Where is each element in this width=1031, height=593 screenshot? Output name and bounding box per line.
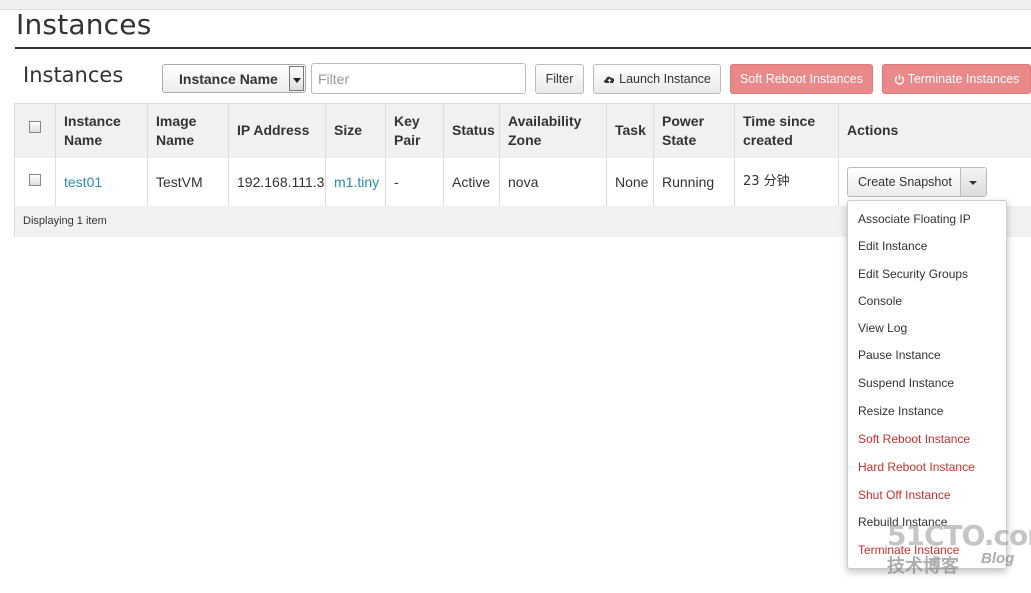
terminate-instances-label: Terminate Instances [907, 72, 1020, 86]
cloud-upload-icon [604, 76, 615, 84]
select-all-checkbox[interactable] [29, 121, 41, 133]
menu-item-edit-security-groups[interactable]: Edit Security Groups [858, 267, 968, 281]
menu-item-resize-instance[interactable]: Resize Instance [858, 404, 943, 418]
cell-availability-zone: nova [500, 158, 607, 206]
header-time-since-created[interactable]: Time since created [735, 104, 839, 158]
section-title: Instances [23, 63, 124, 87]
header-size[interactable]: Size [326, 104, 386, 158]
cell-ip-address: 192.168.111.3 [229, 158, 326, 206]
menu-item-associate-floating-ip[interactable]: Associate Floating IP [858, 212, 971, 226]
header-status[interactable]: Status [444, 104, 500, 158]
launch-instance-button[interactable]: Launch Instance [593, 64, 721, 94]
table-header: Instance Name Image Name IP Address Size K… [15, 104, 1031, 159]
header-instance-name[interactable]: Instance Name [56, 104, 148, 158]
menu-item-soft-reboot-instance[interactable]: Soft Reboot Instance [858, 432, 970, 446]
cell-power-state: Running [654, 158, 735, 206]
cell-task: None [607, 158, 654, 206]
launch-instance-label: Launch Instance [619, 72, 711, 86]
menu-item-pause-instance[interactable]: Pause Instance [858, 348, 941, 362]
menu-item-terminate-instance[interactable]: Terminate Instance [858, 543, 959, 557]
filter-field-label: Instance Name [179, 71, 278, 87]
title-divider [15, 47, 1031, 49]
menu-item-hard-reboot-instance[interactable]: Hard Reboot Instance [858, 460, 975, 474]
header-actions: Actions [847, 122, 899, 138]
cell-image-name: TestVM [148, 158, 229, 206]
header-key-pair[interactable]: Key Pair [386, 104, 444, 158]
menu-item-shut-off-instance[interactable]: Shut Off Instance [858, 488, 951, 502]
page-title: Instances [16, 8, 152, 41]
cell-instance-name: test01 [56, 158, 148, 206]
filter-button[interactable]: Filter [535, 64, 584, 94]
cell-size: m1.tiny [326, 158, 386, 206]
menu-item-suspend-instance[interactable]: Suspend Instance [858, 376, 954, 390]
filter-input[interactable] [311, 63, 526, 94]
cell-key-pair: - [386, 158, 444, 206]
power-icon [894, 74, 904, 84]
chevron-down-icon[interactable] [960, 168, 986, 196]
item-count: Displaying 1 item [23, 215, 107, 227]
cell-time-since-created: 23 分钟 [735, 158, 839, 206]
cell-status: Active [444, 158, 500, 206]
top-strip [0, 0, 1031, 10]
instance-name-link[interactable]: test01 [64, 174, 102, 190]
row-select-cell [15, 158, 56, 206]
actions-dropdown-menu: Associate Floating IP Edit Instance Edit… [847, 200, 1007, 569]
terminate-instances-button[interactable]: Terminate Instances [882, 64, 1031, 94]
filter-button-label: Filter [545, 72, 574, 86]
row-checkbox[interactable] [29, 174, 41, 186]
header-task[interactable]: Task [607, 104, 654, 158]
header-availability-zone[interactable]: Availability Zone [500, 104, 607, 158]
header-image-name[interactable]: Image Name [148, 104, 229, 158]
create-snapshot-split-button: Create Snapshot [847, 167, 987, 197]
menu-item-console[interactable]: Console [858, 294, 902, 308]
chevron-down-icon[interactable] [289, 66, 304, 91]
filter-field-select[interactable]: Instance Name [162, 64, 306, 93]
header-select-all-cell [15, 104, 56, 158]
menu-item-edit-instance[interactable]: Edit Instance [858, 239, 927, 253]
soft-reboot-instances-label: Soft Reboot Instances [740, 72, 863, 86]
size-link[interactable]: m1.tiny [334, 174, 379, 190]
menu-item-rebuild-instance[interactable]: Rebuild Instance [858, 515, 947, 529]
header-ip-address[interactable]: IP Address [229, 104, 326, 158]
create-snapshot-button[interactable]: Create Snapshot [858, 175, 952, 189]
soft-reboot-instances-button[interactable]: Soft Reboot Instances [730, 64, 873, 94]
menu-item-view-log[interactable]: View Log [858, 321, 907, 335]
header-power-state[interactable]: Power State [654, 104, 735, 158]
